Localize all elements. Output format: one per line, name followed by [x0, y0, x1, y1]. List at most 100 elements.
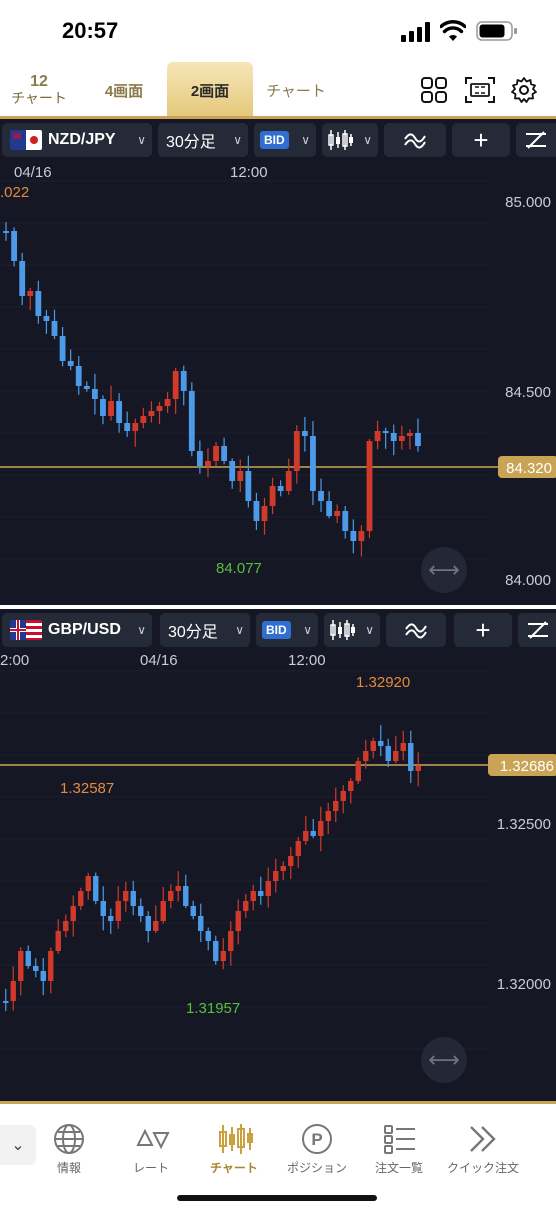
- chevron-down-icon: ∨: [235, 623, 244, 637]
- chevron-down-icon: ∨: [303, 623, 312, 637]
- mid-high-price-label: 1.32587: [60, 780, 114, 797]
- battery-icon: [476, 21, 517, 41]
- nav-position[interactable]: P ポジション: [274, 1121, 360, 1181]
- crosshair-button[interactable]: +: [452, 123, 510, 157]
- candle-body: [108, 401, 114, 416]
- candlestick-icon: [219, 1124, 253, 1154]
- nav-info[interactable]: 情報: [26, 1121, 112, 1181]
- tab-4-screen[interactable]: 4画面: [84, 62, 164, 118]
- scroll-horizontal-button[interactable]: ⟷: [421, 547, 467, 593]
- indicator-button[interactable]: [386, 613, 446, 647]
- indicator-button[interactable]: [384, 123, 446, 157]
- crosshair-button[interactable]: +: [454, 613, 512, 647]
- candle-body: [59, 336, 66, 361]
- candle-body: [325, 811, 331, 821]
- candle-body: [168, 891, 174, 901]
- candle-body: [160, 901, 166, 921]
- symbol-selector[interactable]: NZD/JPY ∨: [2, 123, 152, 157]
- time-label: 12:00: [288, 652, 326, 669]
- high-price-label: .022: [0, 184, 29, 201]
- candle-body: [67, 361, 74, 366]
- chart-type-selector[interactable]: ∨: [322, 123, 378, 157]
- fullscreen-icon[interactable]: [464, 76, 496, 104]
- timeframe-label: 30分足: [166, 134, 216, 151]
- candle-body: [243, 901, 249, 911]
- nav-quick-order-label: クイック注文: [446, 1161, 519, 1175]
- candle-body: [326, 501, 333, 516]
- candlestick-chart-gbpusd[interactable]: 1.32500 1.32000 2:00 04/16 12:00 1.32920 1.325…: [0, 651, 556, 1101]
- candle-body: [393, 751, 399, 761]
- tab-2-screen[interactable]: 2画面: [167, 62, 253, 118]
- chart-toolbar: NZD/JPY ∨ 30分足 ∨ BID ∨ ∨ +: [0, 119, 556, 161]
- chevron-down-icon: ∨: [363, 133, 372, 147]
- low-price-label: 1.31957: [186, 1000, 240, 1017]
- price-type-selector[interactable]: BID ∨: [256, 613, 318, 647]
- candle-body: [175, 886, 181, 891]
- globe-icon: [54, 1124, 84, 1154]
- candlestick-chart-nzdjpy[interactable]: 85.000 84.500 84.000 04/16 12:00 .022 84.077 84…: [0, 161, 556, 605]
- nav-order-list[interactable]: 注文一覧: [356, 1121, 442, 1181]
- bid-badge: BID: [262, 621, 291, 639]
- order-list-icon: [384, 1125, 415, 1154]
- axis-price-label: 84.000: [505, 572, 551, 589]
- candle-body: [10, 981, 16, 1001]
- candle-body: [115, 901, 121, 921]
- nav-quick-order[interactable]: クイック注文: [440, 1121, 526, 1181]
- candle-body: [310, 436, 316, 491]
- drawing-tool-button[interactable]: [516, 123, 556, 157]
- candle-body: [83, 386, 90, 389]
- timeframe-selector[interactable]: 30分足 ∨: [160, 613, 250, 647]
- candle-body: [261, 506, 268, 521]
- symbol-selector[interactable]: GBP/USD ∨: [2, 613, 152, 647]
- scroll-horizontal-button[interactable]: ⟷: [421, 1037, 467, 1083]
- indicator-wave-icon: [405, 623, 427, 639]
- timeframe-label: 30分足: [168, 624, 218, 641]
- candle-body: [400, 743, 406, 751]
- candle-body: [385, 746, 391, 761]
- candle-body: [138, 906, 144, 916]
- axis-price-label: 1.32000: [497, 976, 551, 993]
- chevron-down-icon: ∨: [233, 133, 242, 147]
- candle-body: [301, 431, 308, 436]
- candle-body: [18, 951, 24, 981]
- candle-body: [358, 531, 365, 541]
- nav-chart[interactable]: チャート: [191, 1121, 277, 1181]
- candle-body: [116, 401, 123, 423]
- drawing-tool-button[interactable]: [518, 613, 556, 647]
- chevron-down-icon: ∨: [137, 133, 146, 147]
- candle-body: [35, 291, 42, 316]
- candle-body: [348, 781, 354, 791]
- tab-12-chart[interactable]: 12 チャート: [0, 62, 78, 118]
- candle-body: [78, 891, 84, 906]
- candle-body: [3, 231, 9, 233]
- nav-rate[interactable]: レート: [108, 1121, 194, 1181]
- candle-body: [3, 1001, 9, 1003]
- nav-chart-label: チャート: [210, 1161, 258, 1175]
- axis-price-label: 85.000: [505, 194, 551, 211]
- gear-icon[interactable]: [510, 76, 538, 104]
- candle-body: [273, 871, 279, 881]
- tab-chart[interactable]: チャート: [254, 62, 338, 118]
- candle-body: [205, 931, 211, 941]
- bid-badge: BID: [260, 131, 289, 149]
- grid-icon[interactable]: [420, 76, 448, 104]
- candle-body: [85, 876, 91, 891]
- nz-jp-flag-icon: [10, 130, 42, 150]
- price-type-selector[interactable]: BID ∨: [254, 123, 316, 157]
- chevron-down-icon: ∨: [365, 623, 374, 637]
- candle-body: [340, 791, 346, 801]
- candle-body: [180, 371, 187, 391]
- candle-body: [277, 486, 284, 491]
- time-label: 04/16: [14, 164, 52, 181]
- nav-position-label: ポジション: [286, 1161, 347, 1175]
- candle-body: [245, 471, 252, 501]
- symbol-label: GBP/USD: [48, 621, 121, 638]
- timeframe-selector[interactable]: 30分足 ∨: [158, 123, 248, 157]
- candle-body: [156, 406, 163, 411]
- candle-body: [342, 511, 349, 531]
- high-price-label: 1.32920: [356, 674, 410, 691]
- candle-body: [205, 461, 211, 466]
- status-bar: 20:57: [0, 0, 556, 62]
- chart-type-selector[interactable]: ∨: [324, 613, 380, 647]
- candle-body: [253, 501, 260, 521]
